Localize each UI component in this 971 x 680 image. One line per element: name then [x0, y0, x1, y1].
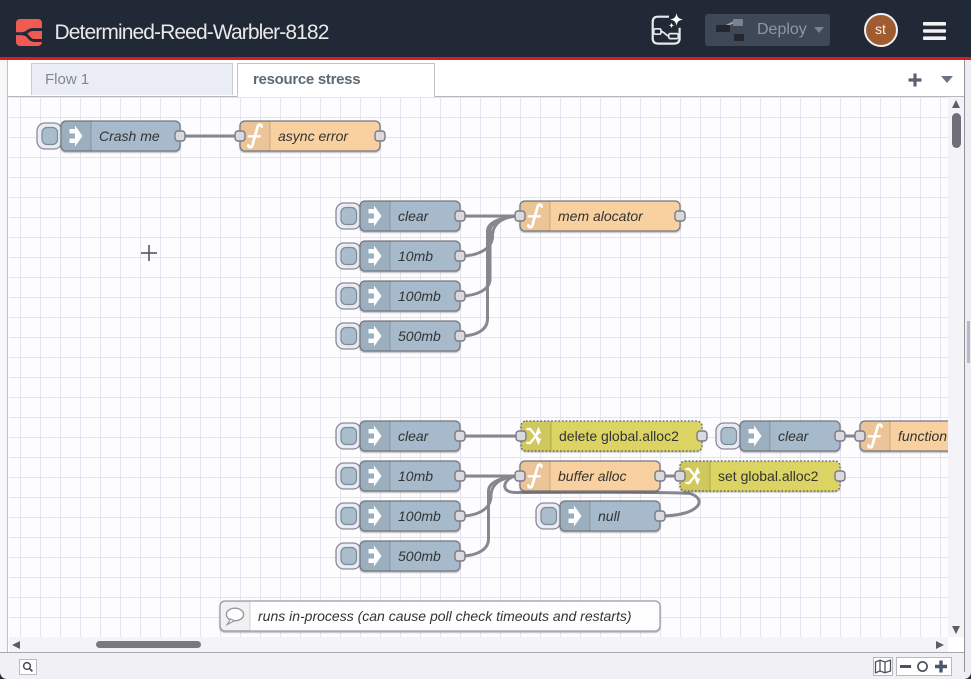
svg-text:function: function	[898, 428, 947, 444]
svg-text:set global.alloc2: set global.alloc2	[718, 468, 819, 484]
svg-text:mem alocator: mem alocator	[558, 208, 644, 224]
svg-text:500mb: 500mb	[398, 328, 441, 344]
svg-text:100mb: 100mb	[398, 508, 441, 524]
svg-text:delete global.alloc2: delete global.alloc2	[559, 428, 679, 444]
svg-text:clear: clear	[398, 208, 430, 224]
svg-text:10mb: 10mb	[398, 468, 433, 484]
svg-text:Crash me: Crash me	[99, 128, 160, 144]
svg-text:100mb: 100mb	[398, 288, 441, 304]
svg-text:500mb: 500mb	[398, 548, 441, 564]
svg-text:buffer alloc: buffer alloc	[558, 468, 626, 484]
svg-text:async error: async error	[278, 128, 349, 144]
svg-text:null: null	[598, 508, 621, 524]
svg-text:10mb: 10mb	[398, 248, 433, 264]
svg-text:runs in-process (can cause pol: runs in-process (can cause poll check ti…	[258, 608, 632, 624]
svg-text:clear: clear	[778, 428, 810, 444]
svg-text:clear: clear	[398, 428, 430, 444]
